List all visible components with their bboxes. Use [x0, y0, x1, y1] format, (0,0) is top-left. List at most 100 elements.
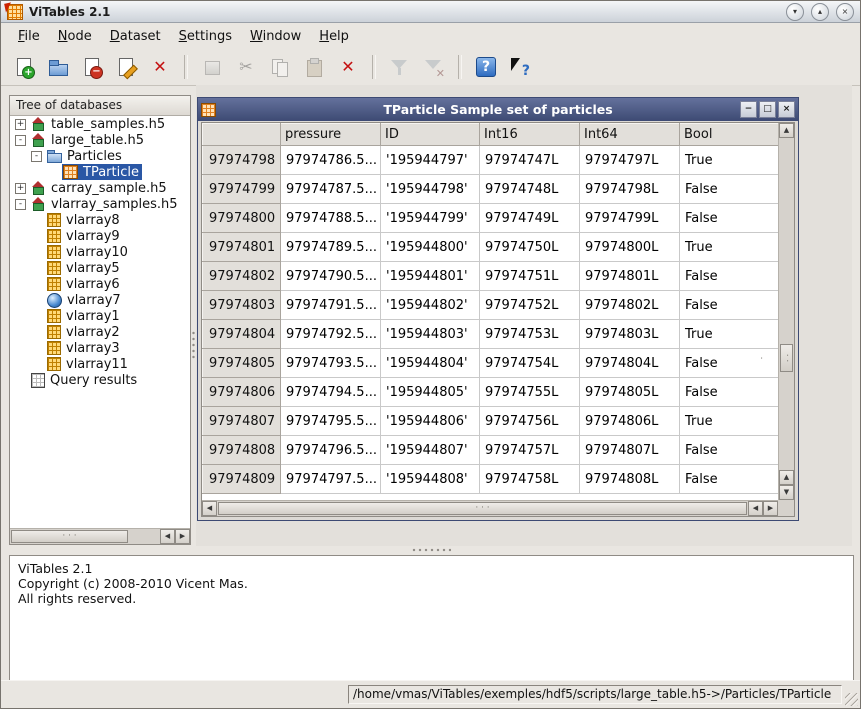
tree-item-particles[interactable]: - Particles	[10, 148, 190, 164]
row-header[interactable]: 97974808	[202, 435, 281, 465]
column-header-id[interactable]: ID	[380, 123, 480, 146]
cell[interactable]: '195944803'	[380, 319, 480, 349]
cell[interactable]: True	[679, 145, 778, 175]
cell[interactable]: 97974750L	[479, 232, 580, 262]
scroll-up-button[interactable]: ▲	[779, 123, 794, 138]
cell[interactable]: '195944799'	[380, 203, 480, 233]
close-file-button[interactable]	[76, 51, 108, 83]
whats-this-button[interactable]	[504, 51, 536, 83]
cell[interactable]: 97974752L	[479, 290, 580, 320]
tree-item-vlarray7[interactable]: vlarray7	[10, 292, 190, 308]
scroll-thumb[interactable]	[11, 530, 128, 543]
column-header-pressure[interactable]: pressure	[280, 123, 381, 146]
tree-item-vlarray2[interactable]: vlarray2	[10, 324, 190, 340]
horizontal-scrollbar[interactable]: ◀ ◀ ▶	[202, 500, 778, 516]
cell[interactable]: 97974749L	[479, 203, 580, 233]
cell[interactable]: 97974794.5...	[280, 377, 381, 407]
cell[interactable]: 97974756L	[479, 406, 580, 436]
tree-item-tparticle[interactable]: TParticle	[10, 164, 190, 180]
table-icon[interactable]	[201, 102, 216, 117]
horizontal-splitter[interactable]	[1, 546, 860, 554]
tree-item-vlarray1[interactable]: vlarray1	[10, 308, 190, 324]
title-bar[interactable]: ViTables 2.1 ▾ ▴ ×	[1, 1, 860, 23]
cell[interactable]: '195944808'	[380, 464, 480, 494]
cell[interactable]: False	[679, 377, 778, 407]
row-header[interactable]: 97974801	[202, 232, 281, 262]
tree-item-vlarray10[interactable]: vlarray10	[10, 244, 190, 260]
child-title-bar[interactable]: TParticle Sample set of particles − □ ×	[198, 98, 798, 121]
cell[interactable]: 97974793.5...	[280, 348, 381, 378]
resize-grip[interactable]	[845, 693, 858, 706]
menu-window[interactable]: Window	[241, 26, 310, 47]
row-header[interactable]: 97974807	[202, 406, 281, 436]
child-close-button[interactable]: ×	[778, 101, 795, 118]
tree-item-vlarray11[interactable]: vlarray11	[10, 356, 190, 372]
tree-horizontal-scrollbar[interactable]: ◀ ▶	[10, 528, 190, 544]
cell[interactable]: 97974790.5...	[280, 261, 381, 291]
scroll-thumb[interactable]	[780, 343, 793, 372]
scroll-track[interactable]	[779, 138, 794, 470]
tree-item-query-results[interactable]: Query results	[10, 372, 190, 388]
tree-item-vlarray-samples-h5[interactable]: - vlarray_samples.h5	[10, 196, 190, 212]
cell[interactable]: 97974758L	[479, 464, 580, 494]
cell[interactable]: 97974803L	[579, 319, 680, 349]
new-file-button[interactable]	[8, 51, 40, 83]
child-maximize-button[interactable]: □	[759, 101, 776, 118]
cell[interactable]: 97974787.5...	[280, 174, 381, 204]
cell[interactable]: 97974751L	[479, 261, 580, 291]
cell[interactable]: 97974808L	[579, 464, 680, 494]
scroll-left-button[interactable]: ◀	[160, 529, 175, 544]
row-header[interactable]: 97974802	[202, 261, 281, 291]
cell[interactable]: 97974788.5...	[280, 203, 381, 233]
scroll-right-button[interactable]: ▶	[763, 501, 778, 516]
cell[interactable]: False	[679, 348, 778, 378]
cell[interactable]: False	[679, 464, 778, 494]
open-file-button[interactable]	[42, 51, 74, 83]
cell[interactable]: 97974792.5...	[280, 319, 381, 349]
maximize-button[interactable]: ▴	[811, 2, 829, 21]
cell[interactable]: 97974757L	[479, 435, 580, 465]
cell[interactable]: 97974799L	[579, 203, 680, 233]
cell[interactable]: '195944800'	[380, 232, 480, 262]
collapse-toggle[interactable]: -	[15, 198, 26, 210]
scroll-right-button[interactable]: ▶	[175, 529, 190, 544]
menu-help[interactable]: Help	[310, 26, 358, 47]
cell[interactable]: '195944798'	[380, 174, 480, 204]
cell[interactable]: '195944801'	[380, 261, 480, 291]
scroll-track[interactable]	[217, 501, 748, 516]
column-header-int16[interactable]: Int16	[479, 123, 580, 146]
cell[interactable]: False	[679, 203, 778, 233]
cell[interactable]: '195944806'	[380, 406, 480, 436]
tree-item-vlarray8[interactable]: vlarray8	[10, 212, 190, 228]
tree-item-carray-sample-h5[interactable]: + carray_sample.h5	[10, 180, 190, 196]
scroll-down-button[interactable]: ▼	[779, 485, 794, 500]
cell[interactable]: False	[679, 435, 778, 465]
child-minimize-button[interactable]: −	[740, 101, 757, 118]
cell[interactable]: 97974754L	[479, 348, 580, 378]
column-header-int64[interactable]: Int64	[579, 123, 680, 146]
row-header[interactable]: 97974805	[202, 348, 281, 378]
tree-item-large-table-h5[interactable]: - large_table.h5	[10, 132, 190, 148]
row-header[interactable]: 97974800	[202, 203, 281, 233]
row-header[interactable]: 97974809	[202, 464, 281, 494]
cell[interactable]: 97974800L	[579, 232, 680, 262]
row-header[interactable]: 97974804	[202, 319, 281, 349]
cell[interactable]: 97974791.5...	[280, 290, 381, 320]
cell[interactable]: False	[679, 261, 778, 291]
collapse-toggle[interactable]: -	[31, 150, 42, 162]
cell[interactable]: 97974804L	[579, 348, 680, 378]
column-header-bool[interactable]: Bool	[679, 123, 778, 146]
cell[interactable]: 97974806L	[579, 406, 680, 436]
cell[interactable]: True	[679, 319, 778, 349]
cell[interactable]: 97974789.5...	[280, 232, 381, 262]
cell[interactable]: 97974786.5...	[280, 145, 381, 175]
expand-toggle[interactable]: +	[15, 118, 26, 130]
tree-item-vlarray6[interactable]: vlarray6	[10, 276, 190, 292]
row-header[interactable]: 97974806	[202, 377, 281, 407]
scroll-thumb[interactable]	[218, 502, 747, 515]
row-header[interactable]: 97974798	[202, 145, 281, 175]
quit-button[interactable]	[144, 51, 176, 83]
menu-file[interactable]: File	[9, 26, 49, 47]
tree-item-table-samples-h5[interactable]: + table_samples.h5	[10, 116, 190, 132]
cell[interactable]: 97974795.5...	[280, 406, 381, 436]
